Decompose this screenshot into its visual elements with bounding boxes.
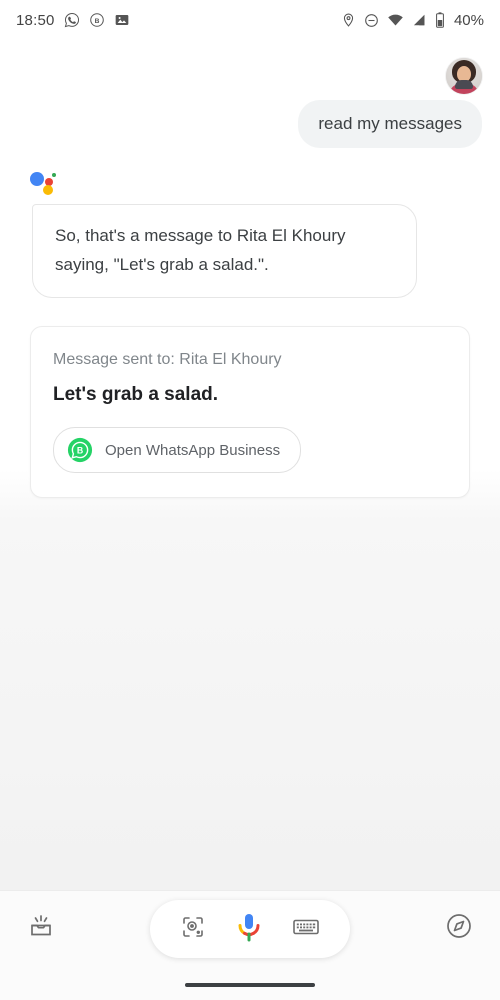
status-bar: 18:50 B 40% [0,0,500,40]
status-clock: 18:50 [16,11,55,29]
user-message-row: read my messages [0,94,500,148]
google-assistant-icon [30,170,58,195]
google-mic-icon[interactable] [234,911,264,948]
gesture-navigation-bar[interactable] [185,983,315,987]
open-whatsapp-business-label: Open WhatsApp Business [105,441,281,459]
avatar-scarf [455,80,473,89]
svg-text:B: B [94,18,99,25]
photo-icon [115,15,128,25]
assistant-dot-yellow [43,185,53,195]
snapshot-inbox-icon[interactable] [26,911,56,946]
keyboard-icon[interactable] [292,916,320,943]
status-bar-right: 40% [341,12,484,29]
avatar[interactable] [446,58,482,94]
assistant-input-pill [150,900,350,958]
google-lens-icon[interactable] [180,914,206,945]
cellular-signal-icon [413,14,425,26]
user-query-bubble[interactable]: read my messages [298,100,482,148]
assistant-reply-bubble: So, that's a message to Rita El Khoury s… [32,204,417,298]
card-message-text: Let's grab a salad. [53,384,219,405]
bottom-bar-inner [0,891,500,966]
assistant-response-block: So, that's a message to Rita El Khoury s… [0,148,500,298]
status-bar-left: 18:50 B [16,12,130,29]
location-pin-icon [343,13,354,27]
svg-text:B: B [77,445,83,455]
do-not-disturb-icon [365,13,378,27]
assistant-screen: 18:50 B 40% read my messages So, that's … [0,0,500,1000]
assistant-dot-green [52,173,56,177]
battery-icon [436,12,444,28]
assistant-dot-blue [30,172,44,186]
conversation-area: read my messages So, that's a message to… [0,40,500,498]
card-recipient-label: Message sent to: Rita El Khoury [53,351,282,368]
bottom-bar [0,890,500,1000]
whatsapp-business-icon: B [67,437,93,463]
open-whatsapp-business-button[interactable]: B Open WhatsApp Business [53,427,302,473]
whatsapp-icon [64,12,79,28]
explore-compass-icon[interactable] [444,911,474,946]
battery-percent-label: 40% [453,11,484,29]
message-sent-card: Message sent to: Rita El Khoury Let's gr… [30,326,470,498]
whatsapp-business-icon: B [89,13,104,27]
avatar-row [0,40,500,94]
wifi-icon [388,14,403,26]
